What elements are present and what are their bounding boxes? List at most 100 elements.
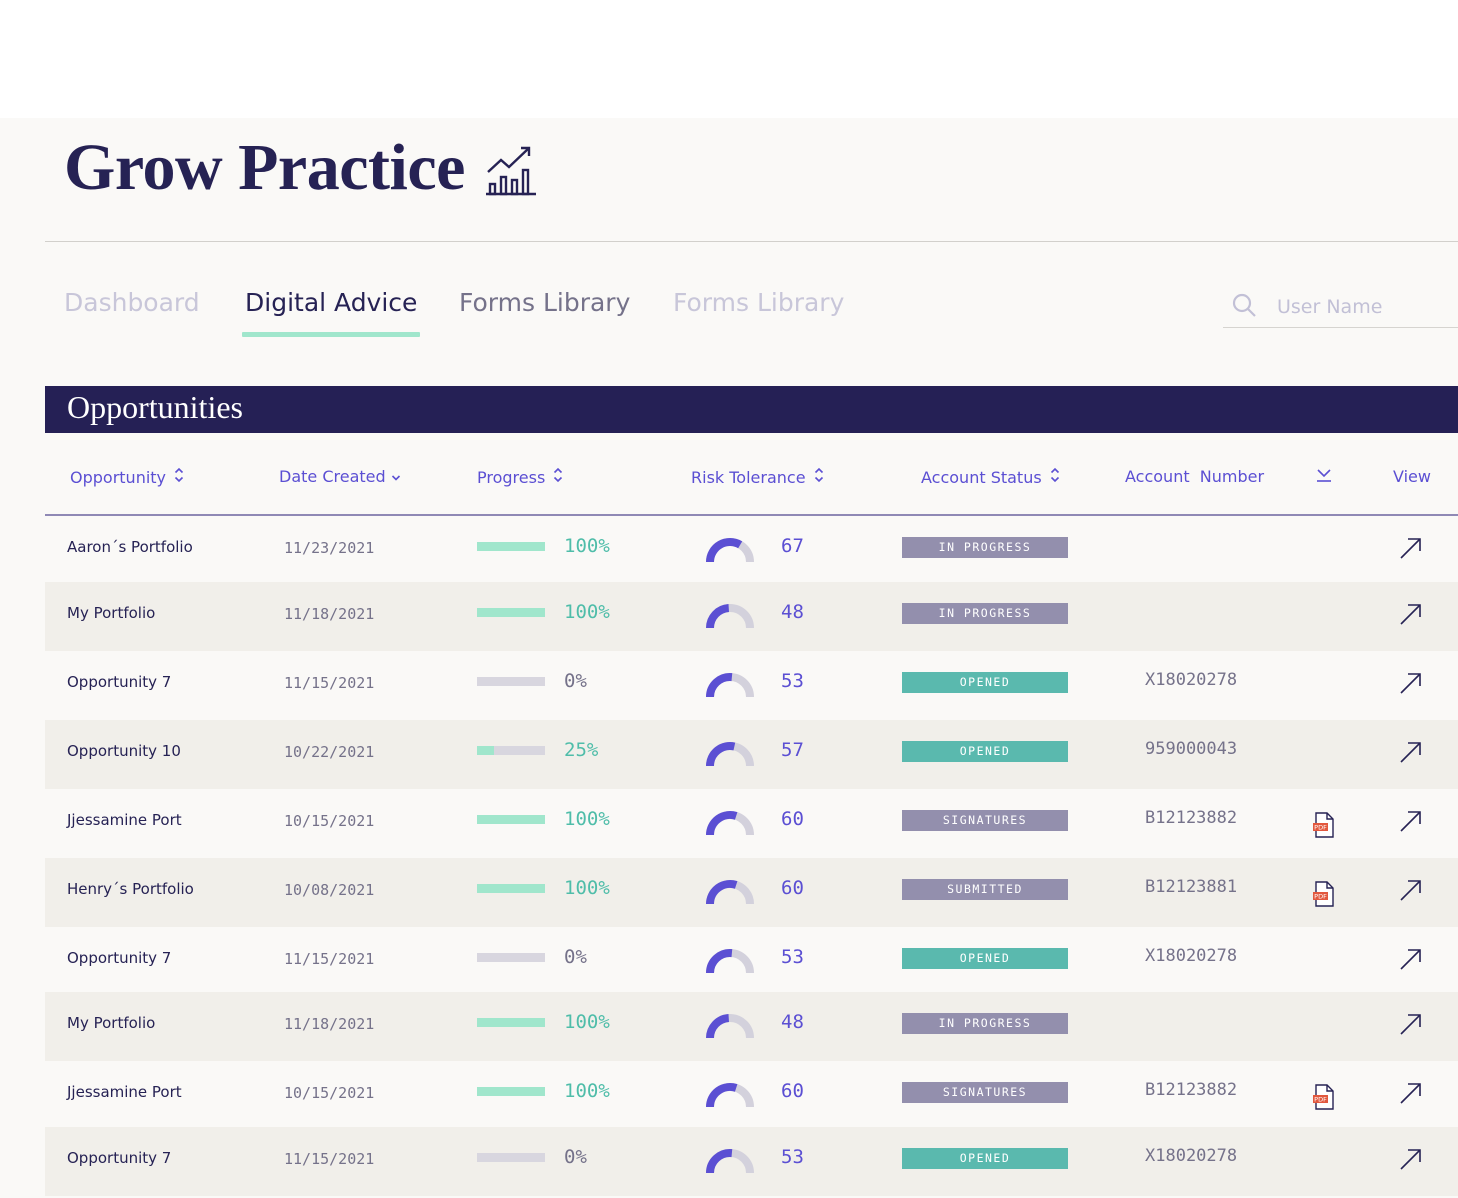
view-arrow-icon[interactable] — [1398, 1011, 1424, 1042]
download-all-icon[interactable] — [1316, 467, 1332, 483]
risk-gauge-icon — [704, 1146, 758, 1183]
progress-percent: 100% — [564, 877, 610, 899]
tab-dashboard[interactable]: Dashboard — [64, 288, 200, 317]
column-risk-tolerance[interactable]: Risk Tolerance — [691, 467, 824, 487]
date-created: 11/15/2021 — [284, 1150, 375, 1168]
risk-score: 60 — [781, 877, 804, 899]
table-row[interactable]: Henry´s Portfolio 10/08/2021 100% 60 SUBMITT… — [45, 858, 1458, 927]
account-number: B12123882 — [1145, 808, 1238, 828]
tab-forms-library[interactable]: Forms Library — [459, 288, 630, 317]
opportunity-name[interactable]: Opportunity 10 — [67, 742, 181, 760]
opportunity-name[interactable]: Jjessamine Port — [67, 1083, 182, 1101]
progress-bar — [477, 1087, 545, 1096]
sort-icon[interactable] — [553, 467, 563, 487]
progress-fill — [477, 1018, 545, 1027]
progress-bar — [477, 1153, 545, 1162]
table-row[interactable]: Aaron´s Portfolio 11/23/2021 100% 67 IN PROG… — [45, 516, 1458, 582]
column-account-status[interactable]: Account Status — [921, 467, 1060, 487]
date-created: 11/18/2021 — [284, 605, 375, 623]
sort-icon[interactable] — [174, 467, 184, 487]
table-row[interactable]: Opportunity 7 11/15/2021 0% 53 OPENED X180202… — [45, 651, 1458, 720]
progress-bar — [477, 746, 545, 755]
column-account-number[interactable]: Account Number — [1125, 467, 1264, 486]
view-arrow-icon[interactable] — [1398, 670, 1424, 701]
opportunity-name[interactable]: Jjessamine Port — [67, 811, 182, 829]
risk-gauge-icon — [704, 808, 758, 845]
progress-percent: 0% — [564, 946, 587, 968]
column-date-created[interactable]: Date Created — [279, 467, 401, 486]
date-created: 11/23/2021 — [284, 539, 375, 557]
progress-percent: 100% — [564, 1011, 610, 1033]
risk-gauge-icon — [704, 535, 758, 572]
view-arrow-icon[interactable] — [1398, 877, 1424, 908]
table-row[interactable]: Opportunity 10 10/22/2021 25% 57 OPENED 95900… — [45, 720, 1458, 789]
user-search — [1223, 288, 1458, 328]
column-label: View — [1393, 467, 1431, 486]
page-title: Grow Practice — [64, 131, 465, 204]
tab-label: Forms Library — [673, 288, 845, 317]
progress-percent: 0% — [564, 670, 587, 692]
search-input[interactable] — [1277, 290, 1452, 324]
view-arrow-icon[interactable] — [1398, 601, 1424, 632]
status-badge: SIGNATURES — [902, 1082, 1068, 1103]
progress-percent: 0% — [564, 1146, 587, 1168]
table-row[interactable]: Jjessamine Port 10/15/2021 100% 60 SIGNATURE… — [45, 789, 1458, 858]
progress-percent: 100% — [564, 535, 610, 557]
progress-fill — [477, 608, 545, 617]
opportunity-name[interactable]: Aaron´s Portfolio — [67, 538, 193, 556]
risk-score: 67 — [781, 535, 804, 557]
table-row[interactable]: Jjessamine Port 10/15/2021 100% 60 SIGNATURE… — [45, 1061, 1458, 1127]
progress-bar — [477, 542, 545, 551]
sort-icon[interactable] — [814, 467, 824, 487]
page-header: Grow Practice — [64, 130, 537, 206]
opportunity-name[interactable]: Opportunity 7 — [67, 1149, 171, 1167]
progress-percent: 100% — [564, 601, 610, 623]
table-row[interactable]: My Portfolio 11/18/2021 100% 48 IN PROGRESS — [45, 582, 1458, 651]
status-badge: OPENED — [902, 672, 1068, 693]
svg-text:PDF: PDF — [1314, 1096, 1327, 1104]
progress-percent: 100% — [564, 808, 610, 830]
pdf-icon[interactable]: PDF — [1312, 812, 1336, 843]
view-arrow-icon[interactable] — [1398, 808, 1424, 839]
opportunity-name[interactable]: My Portfolio — [67, 1014, 155, 1032]
tab-label: Dashboard — [64, 288, 200, 317]
column-opportunity[interactable]: Opportunity — [70, 467, 184, 487]
progress-fill — [477, 542, 545, 551]
sort-icon[interactable] — [1050, 467, 1060, 487]
risk-gauge-icon — [704, 1011, 758, 1048]
column-progress[interactable]: Progress — [477, 467, 563, 487]
view-arrow-icon[interactable] — [1398, 739, 1424, 770]
column-label: Account Number — [1125, 467, 1265, 486]
table-row[interactable]: My Portfolio 11/18/2021 100% 48 IN PROGRESS — [45, 992, 1458, 1061]
date-created: 11/15/2021 — [284, 674, 375, 692]
opportunity-name[interactable]: My Portfolio — [67, 604, 155, 622]
opportunity-name[interactable]: Opportunity 7 — [67, 673, 171, 691]
tab-digital-advice[interactable]: Digital Advice — [242, 288, 421, 337]
opportunity-name[interactable]: Opportunity 7 — [67, 949, 171, 967]
risk-score: 48 — [781, 601, 804, 623]
column-view: View — [1393, 467, 1431, 486]
view-arrow-icon[interactable] — [1398, 535, 1424, 566]
view-arrow-icon[interactable] — [1398, 1146, 1424, 1177]
column-label: Date Created — [279, 467, 386, 486]
risk-score: 48 — [781, 1011, 804, 1033]
pdf-icon[interactable]: PDF — [1312, 881, 1336, 912]
view-arrow-icon[interactable] — [1398, 1080, 1424, 1111]
tab-forms-library-2[interactable]: Forms Library — [673, 288, 844, 317]
opportunity-name[interactable]: Henry´s Portfolio — [67, 880, 194, 898]
pdf-icon[interactable]: PDF — [1312, 1084, 1336, 1115]
risk-gauge-icon — [704, 670, 758, 707]
table-header: Opportunity Date Created Progress Risk T… — [45, 433, 1458, 516]
date-created: 10/15/2021 — [284, 1084, 375, 1102]
view-arrow-icon[interactable] — [1398, 946, 1424, 977]
progress-fill — [477, 815, 545, 824]
risk-gauge-icon — [704, 946, 758, 983]
search-icon[interactable] — [1231, 292, 1257, 323]
progress-bar — [477, 884, 545, 893]
table-row[interactable]: Opportunity 7 11/15/2021 0% 53 OPENED X180202… — [45, 1127, 1458, 1196]
progress-percent: 25% — [564, 739, 599, 761]
risk-score: 53 — [781, 1146, 804, 1168]
chevron-down-icon[interactable] — [391, 467, 401, 486]
table-row[interactable]: Opportunity 7 11/15/2021 0% 53 OPENED X180202… — [45, 927, 1458, 992]
progress-fill — [477, 884, 545, 893]
